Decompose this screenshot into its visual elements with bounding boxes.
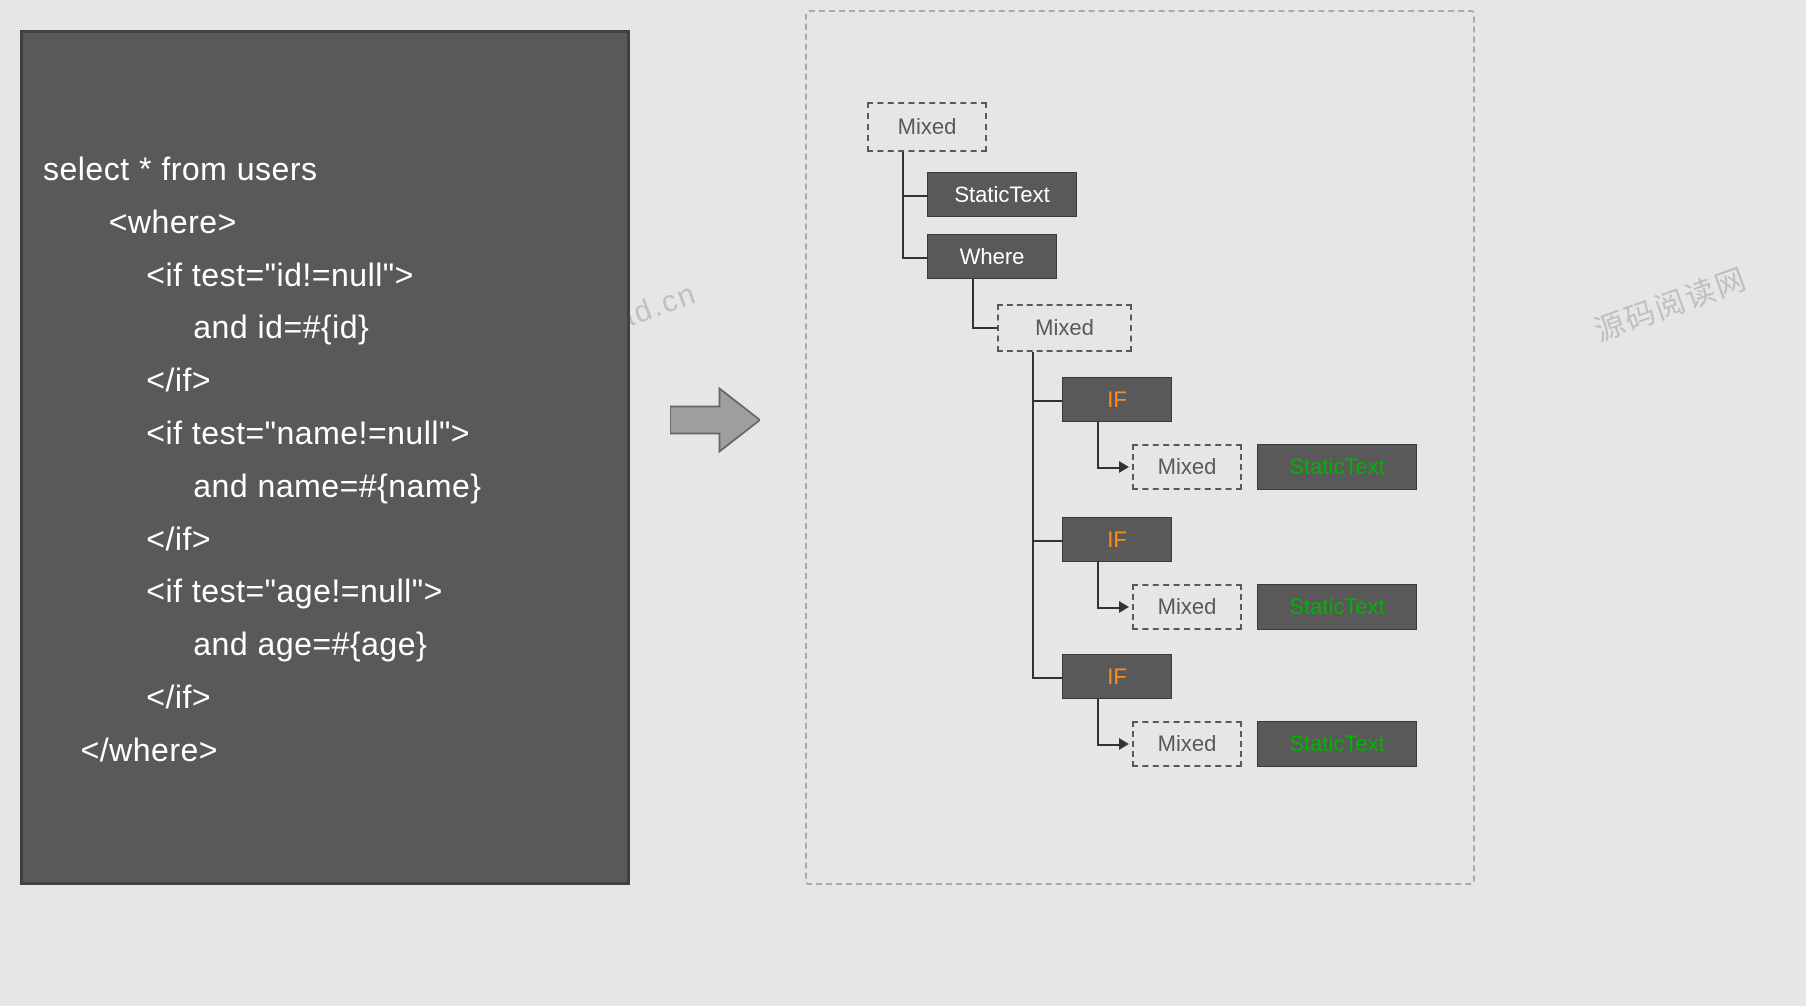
connector <box>1032 400 1062 402</box>
connector <box>1097 699 1099 744</box>
arrow-tip-icon <box>1119 601 1129 613</box>
connector <box>1097 744 1119 746</box>
node-mixed-branch-2: Mixed <box>1132 584 1242 630</box>
connector <box>972 279 974 327</box>
connector <box>1097 562 1099 607</box>
sql-code-text: select * from users <where> <if test="id… <box>43 143 607 777</box>
connector <box>1097 467 1119 469</box>
connector <box>1097 607 1119 609</box>
node-statictext-branch-2: StaticText <box>1257 584 1417 630</box>
connector <box>902 195 927 197</box>
node-statictext-branch-1: StaticText <box>1257 444 1417 490</box>
connector <box>972 327 997 329</box>
connector <box>1032 677 1062 679</box>
connector <box>902 257 927 259</box>
node-mixed-root: Mixed <box>867 102 987 152</box>
arrow-tip-icon <box>1119 461 1129 473</box>
node-statictext: StaticText <box>927 172 1077 217</box>
node-if-2: IF <box>1062 517 1172 562</box>
node-mixed-branch-3: Mixed <box>1132 721 1242 767</box>
transform-arrow-icon <box>670 380 760 460</box>
arrow-tip-icon <box>1119 738 1129 750</box>
connector <box>1032 540 1062 542</box>
watermark-right: 源码阅读网 <box>1587 254 1752 350</box>
node-where: Where <box>927 234 1057 279</box>
node-mixed-level2: Mixed <box>997 304 1132 352</box>
node-statictext-branch-3: StaticText <box>1257 721 1417 767</box>
ast-tree-panel: Mixed StaticText Where Mixed IF Mixed St… <box>805 10 1475 885</box>
node-if-3: IF <box>1062 654 1172 699</box>
connector <box>902 152 904 257</box>
node-if-1: IF <box>1062 377 1172 422</box>
node-mixed-branch-1: Mixed <box>1132 444 1242 490</box>
connector <box>1097 422 1099 467</box>
sql-code-panel: select * from users <where> <if test="id… <box>20 30 630 885</box>
